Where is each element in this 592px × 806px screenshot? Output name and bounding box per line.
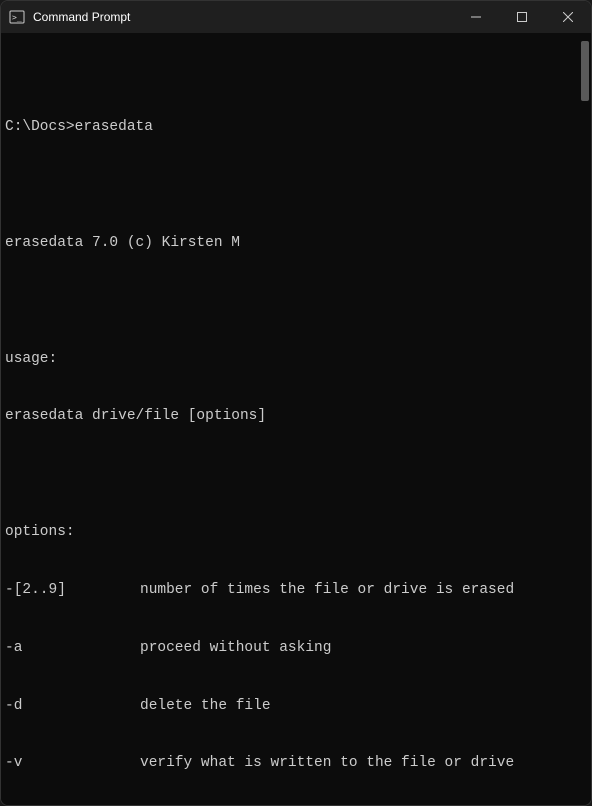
scrollbar-thumb[interactable] xyxy=(581,41,589,101)
option-flag: -[2..9] xyxy=(5,581,140,600)
command-prompt-window: >_ Command Prompt C:\Docs>erasedata eras… xyxy=(0,0,592,806)
terminal-line xyxy=(5,292,585,311)
terminal-line xyxy=(5,465,585,484)
command-text: erasedata xyxy=(75,119,153,135)
terminal-line xyxy=(5,176,585,195)
terminal-line: C:\Docs>erasedata xyxy=(5,118,585,137)
option-flag: -d xyxy=(5,697,140,716)
option-row: -aproceed without asking xyxy=(5,639,585,658)
options-label: options: xyxy=(5,523,585,542)
window-controls xyxy=(453,1,591,33)
option-flag: -v xyxy=(5,754,140,773)
minimize-button[interactable] xyxy=(453,1,499,33)
window-title: Command Prompt xyxy=(33,10,453,24)
option-row: -vverify what is written to the file or … xyxy=(5,754,585,773)
option-row: -[2..9]number of times the file or drive… xyxy=(5,581,585,600)
option-row: -ddelete the file xyxy=(5,697,585,716)
option-desc: number of times the file or drive is era… xyxy=(140,581,585,600)
usage-line: erasedata drive/file [options] xyxy=(5,407,585,426)
option-desc: delete the file xyxy=(140,697,585,716)
svg-text:>_: >_ xyxy=(12,13,22,22)
option-desc: proceed without asking xyxy=(140,639,585,658)
usage-label: usage: xyxy=(5,350,585,369)
prompt-text: C:\Docs> xyxy=(5,119,75,135)
option-flag: -a xyxy=(5,639,140,658)
titlebar[interactable]: >_ Command Prompt xyxy=(1,1,591,33)
cmd-icon: >_ xyxy=(9,9,25,25)
option-desc: verify what is written to the file or dr… xyxy=(140,754,585,773)
program-banner: erasedata 7.0 (c) Kirsten M xyxy=(5,234,585,253)
terminal-output[interactable]: C:\Docs>erasedata erasedata 7.0 (c) Kirs… xyxy=(1,33,591,805)
close-button[interactable] xyxy=(545,1,591,33)
maximize-button[interactable] xyxy=(499,1,545,33)
